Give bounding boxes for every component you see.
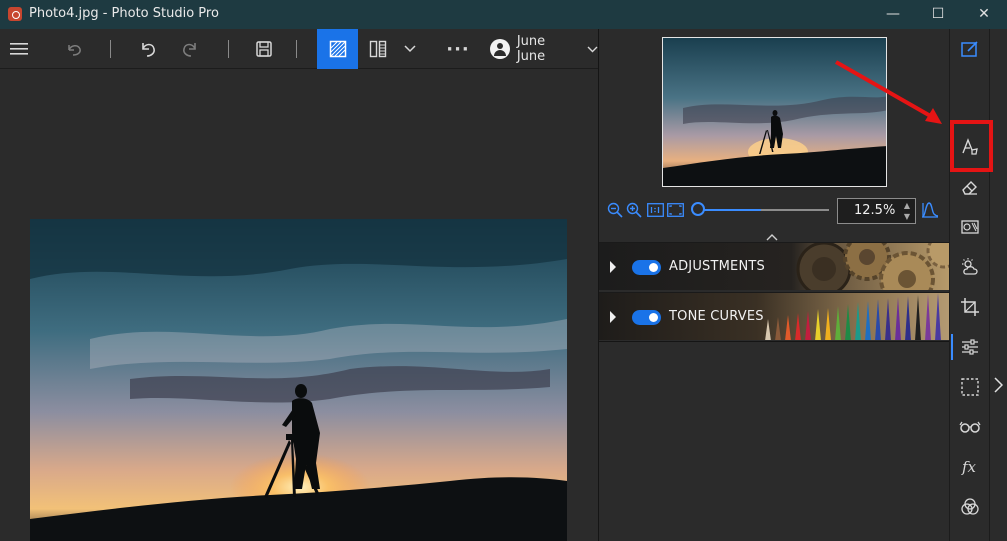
chevron-right-icon[interactable] — [994, 377, 1004, 397]
toolbar-separator — [110, 40, 111, 58]
hatched-square-icon — [329, 40, 346, 58]
histogram-icon[interactable] — [921, 200, 939, 222]
redo-icon[interactable] — [176, 29, 204, 69]
photo-studio-window: Photo4.jpg - Photo Studio Pro — ☐ ✕ ··· … — [0, 0, 1007, 541]
zoom-value: 12.5% — [854, 203, 896, 218]
tone-curves-toggle[interactable] — [632, 310, 661, 325]
actual-size-icon[interactable] — [647, 202, 664, 221]
expand-caret-icon[interactable] — [610, 311, 616, 323]
annotation-arrow — [835, 60, 942, 124]
zoom-controls: 12.5% ▲ ▼ — [599, 196, 949, 226]
weather-icon[interactable] — [955, 252, 985, 282]
window-title: Photo4.jpg - Photo Studio Pro — [29, 6, 219, 21]
user-account-button[interactable]: June June — [490, 34, 598, 64]
section-label: TONE CURVES — [669, 309, 764, 324]
chevron-down-icon[interactable] — [400, 29, 420, 69]
zoom-slider-fill — [703, 209, 761, 211]
svg-text:fx: fx — [961, 458, 977, 476]
app-logo-icon — [8, 7, 22, 21]
toolbar-separator — [228, 40, 229, 58]
adjustments-section[interactable]: ADJUSTMENTS — [599, 242, 949, 290]
fx-icon[interactable]: fx — [955, 452, 985, 482]
toolbar-separator — [296, 40, 297, 58]
glasses-icon[interactable] — [955, 412, 985, 442]
main-photo — [30, 219, 567, 541]
sliders-icon[interactable] — [951, 332, 985, 362]
user-name: June June — [516, 34, 546, 64]
avatar — [490, 39, 510, 59]
image-canvas[interactable] — [0, 70, 598, 541]
hamburger-menu-icon[interactable] — [4, 29, 34, 69]
undo-icon[interactable] — [134, 29, 162, 69]
crop-icon[interactable] — [955, 292, 985, 322]
spin-down-icon[interactable]: ▼ — [902, 211, 912, 222]
close-button[interactable]: ✕ — [961, 0, 1007, 29]
gradient-mask-icon[interactable] — [955, 212, 985, 242]
zoom-value-input[interactable]: 12.5% ▲ ▼ — [837, 198, 916, 224]
maximize-button[interactable]: ☐ — [915, 0, 961, 29]
single-view-button[interactable] — [317, 29, 358, 69]
expand-caret-icon[interactable] — [610, 261, 616, 273]
minimize-button[interactable]: — — [870, 0, 916, 29]
compare-view-icon[interactable] — [366, 29, 390, 69]
title-bar: Photo4.jpg - Photo Studio Pro — ☐ ✕ — [0, 0, 1007, 29]
zoom-slider-handle[interactable] — [691, 202, 705, 216]
main-toolbar: ··· June June — [0, 29, 598, 69]
undo-all-icon[interactable] — [60, 29, 88, 69]
eraser-icon[interactable] — [955, 172, 985, 202]
adjustments-toggle[interactable] — [632, 260, 661, 275]
panel-divider — [599, 341, 949, 342]
tone-curves-section[interactable]: TONE CURVES — [599, 292, 949, 340]
more-options-button[interactable]: ··· — [440, 29, 476, 69]
color-circles-icon[interactable] — [955, 492, 985, 522]
selection-icon[interactable] — [955, 372, 985, 402]
zoom-out-icon[interactable] — [607, 202, 623, 222]
zoom-in-icon[interactable] — [626, 202, 642, 222]
fit-to-window-icon[interactable] — [667, 202, 684, 221]
save-icon[interactable] — [250, 29, 278, 69]
panel-collapse-strip — [989, 29, 1007, 541]
spin-up-icon[interactable]: ▲ — [902, 200, 912, 211]
chevron-down-icon — [587, 42, 598, 57]
section-label: ADJUSTMENTS — [669, 259, 765, 274]
zoom-spinner[interactable]: ▲ ▼ — [902, 200, 912, 222]
